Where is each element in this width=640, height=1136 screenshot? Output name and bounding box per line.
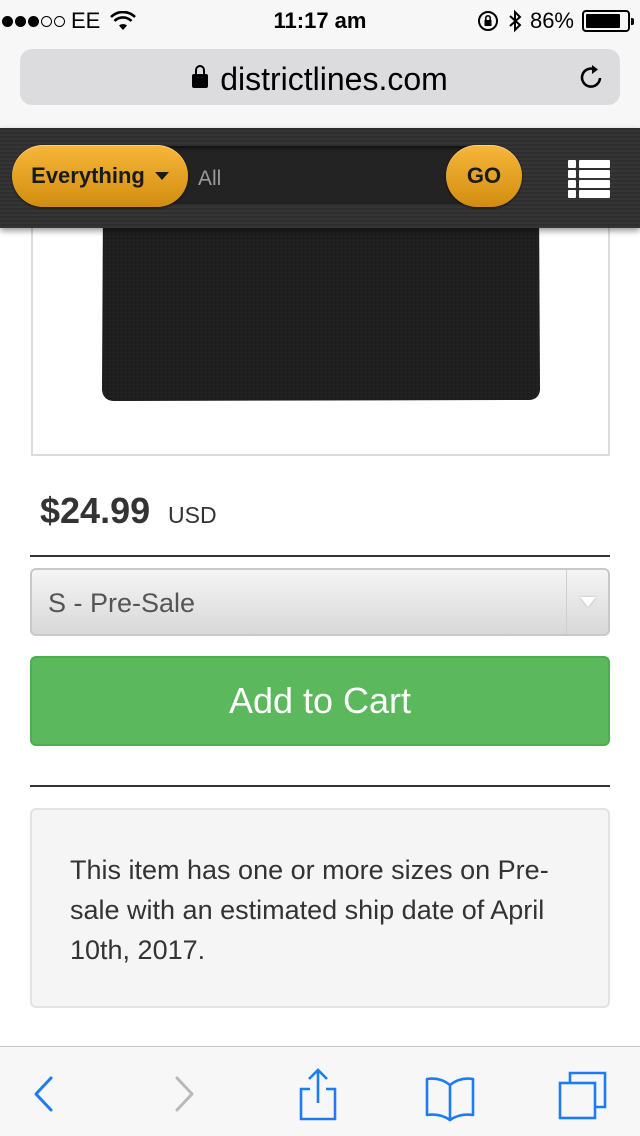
go-button[interactable]: GO	[446, 145, 522, 207]
reload-icon[interactable]	[578, 63, 606, 91]
chevron-down-icon	[579, 597, 596, 607]
back-icon[interactable]	[14, 1065, 74, 1125]
address-url-container: districtlines.com	[20, 61, 620, 98]
size-select-value: S - Pre-Sale	[48, 588, 196, 618]
bluetooth-icon	[509, 9, 522, 33]
browser-toolbar	[0, 1046, 640, 1136]
caret-down-icon	[154, 172, 169, 180]
product-price: $24.99	[40, 490, 151, 531]
presale-notice-text: This item has one or more sizes on Pre-s…	[70, 855, 549, 965]
address-url: districtlines.com	[220, 61, 448, 97]
status-right: 86%	[476, 8, 634, 34]
battery-fill	[586, 14, 621, 28]
size-select[interactable]: S - Pre-Sale	[30, 568, 610, 636]
tabs-icon[interactable]	[552, 1065, 612, 1125]
category-dropdown-button[interactable]: Everything	[12, 145, 188, 207]
address-bar[interactable]: districtlines.com	[20, 49, 620, 105]
add-to-cart-button[interactable]: Add to Cart	[30, 656, 610, 746]
site-search-header: Everything All GO	[0, 128, 640, 228]
product-image-frame	[31, 200, 610, 456]
price-currency: USD	[168, 502, 217, 528]
battery-icon	[582, 10, 634, 32]
select-arrow-box	[566, 570, 608, 634]
browser-address-area: districtlines.com	[0, 40, 640, 128]
lock-icon	[192, 65, 209, 88]
battery-percent: 86%	[529, 8, 574, 33]
menu-icon[interactable]	[568, 160, 610, 198]
divider	[30, 555, 610, 557]
orientation-lock-icon	[477, 11, 498, 31]
product-image	[102, 200, 540, 401]
share-icon[interactable]	[288, 1065, 348, 1125]
bookmarks-icon[interactable]	[420, 1065, 480, 1125]
divider	[30, 785, 610, 787]
forward-icon[interactable]	[154, 1065, 214, 1125]
presale-notice: This item has one or more sizes on Pre-s…	[30, 808, 610, 1008]
category-label: Everything	[31, 163, 145, 188]
search-placeholder: All	[198, 167, 222, 190]
status-bar: EE 11:17 am 86%	[0, 0, 640, 40]
